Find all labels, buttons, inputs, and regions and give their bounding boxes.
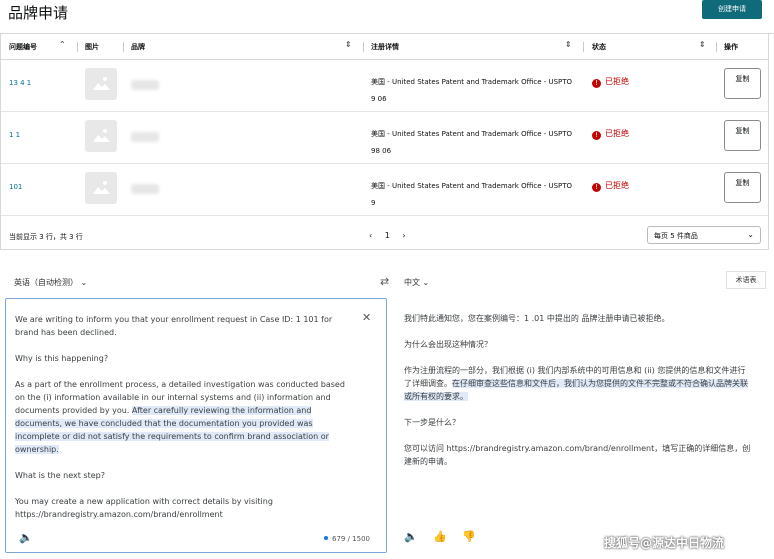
translator-panel: 英语（自动检测） ⌄ ⇄ 中文 ⌄ 术语表 We are writing to … [0, 266, 774, 559]
status-label: 已拒绝 [605, 181, 629, 190]
prev-page-icon[interactable]: ‹ [369, 231, 372, 240]
image-icon [93, 181, 110, 194]
source-paragraph: Why is this happening? [15, 354, 109, 363]
alert-icon: ! [592, 79, 601, 88]
source-paragraph: We are writing to inform you that your e… [15, 315, 333, 337]
column-divider [583, 42, 584, 52]
case-id-link[interactable]: 1 1 [9, 131, 20, 139]
source-text-area[interactable]: We are writing to inform you that your e… [5, 298, 387, 553]
translation-actions: 🔈 👍 👎 [404, 530, 488, 543]
page-header: 品牌申请 创建申请 [0, 0, 774, 34]
per-page-value: 每页 5 件商品 [654, 232, 698, 240]
sort-asc-icon[interactable]: ⌃ [59, 40, 66, 49]
source-paragraph: What is the next step? [15, 471, 105, 480]
speaker-icon[interactable]: 🔈 [404, 530, 418, 543]
source-language-label: 英语（自动检测） [14, 278, 78, 287]
copy-button-label: 复制 [735, 179, 750, 187]
registration-office: 美国 - United States Patent and Trademark … [371, 130, 573, 138]
table-footer: 当前显示 3 行，共 3 行 ‹ 1 › 每页 5 件商品 ⌄ [1, 222, 768, 250]
column-header-registration[interactable]: 注册详情 [371, 42, 399, 52]
brand-applications-table: 问题编号 ⌃ 图片 品牌 ⇕ 注册详情 ⇕ 状态 ⇕ 操作 13 4 1 美国 … [0, 34, 769, 250]
sort-toggle-icon[interactable]: ⇕ [699, 40, 706, 49]
brand-image-placeholder [85, 120, 117, 152]
brand-image-placeholder [85, 172, 117, 204]
table-row: 1 1 美国 - United States Patent and Tradem… [1, 112, 768, 164]
page-title: 品牌申请 [8, 4, 69, 22]
target-paragraph: 我们特此通知您，您在案例编号：1 .01 中提出的 品牌注册申请已被拒绝。 [404, 314, 670, 323]
column-header-brand[interactable]: 品牌 [131, 42, 145, 52]
sort-toggle-icon[interactable]: ⇕ [345, 40, 352, 49]
pagination: ‹ 1 › [369, 231, 416, 240]
copy-button[interactable]: 复制 [724, 68, 761, 99]
translated-text: 我们特此通知您，您在案例编号：1 .01 中提出的 品牌注册申请已被拒绝。 为什… [404, 312, 752, 481]
alert-icon: ! [592, 183, 601, 192]
thumbs-up-icon[interactable]: 👍 [433, 530, 447, 543]
target-paragraph: 作为注册流程的一部分，我们根据 (i) 我们内部系统中的可用信息和 (ii) 您… [404, 364, 752, 403]
brand-name-redacted [131, 80, 159, 90]
per-page-select[interactable]: 每页 5 件商品 ⌄ [647, 226, 761, 244]
source-language-selector[interactable]: 英语（自动检测） ⌄ [14, 277, 87, 288]
clear-text-icon[interactable]: ✕ [362, 311, 371, 324]
chevron-down-icon: ⌄ [422, 278, 430, 287]
column-divider [716, 42, 717, 52]
status-dot [324, 536, 328, 540]
status-badge: ! 已拒绝 [592, 180, 629, 192]
copy-button[interactable]: 复制 [724, 172, 761, 203]
current-page[interactable]: 1 [385, 231, 390, 240]
image-icon [93, 77, 110, 90]
swap-languages-icon[interactable]: ⇄ [380, 275, 389, 288]
registration-office: 美国 - United States Patent and Trademark … [371, 78, 573, 86]
table-row: 101 美国 - United States Patent and Tradem… [1, 164, 768, 216]
speaker-icon[interactable]: 🔈 [19, 531, 33, 544]
copy-button-label: 复制 [735, 127, 750, 135]
registration-number: 9 [371, 199, 376, 207]
registration-office: 美国 - United States Patent and Trademark … [371, 182, 573, 190]
source-text[interactable]: We are writing to inform you that your e… [15, 313, 345, 534]
target-paragraph: 下一步是什么？ [404, 418, 460, 427]
status-label: 已拒绝 [605, 129, 629, 138]
status-badge: ! 已拒绝 [592, 128, 629, 140]
source-paragraph: As a part of the enrollment process, a d… [15, 378, 345, 456]
column-divider [363, 42, 364, 52]
brand-image-placeholder [85, 68, 117, 100]
column-divider [77, 42, 78, 52]
source-paragraph: You may create a new application with co… [15, 497, 273, 519]
column-header-case-id[interactable]: 问题编号 [9, 42, 37, 52]
target-language-selector[interactable]: 中文 ⌄ [404, 277, 429, 288]
alert-icon: ! [592, 131, 601, 140]
table-header: 问题编号 ⌃ 图片 品牌 ⇕ 注册详情 ⇕ 状态 ⇕ 操作 [1, 34, 768, 60]
case-id-link[interactable]: 101 [9, 183, 22, 191]
brand-name-redacted [131, 132, 159, 142]
target-paragraph: 您可以访问 https://brandregistry.amazon.com/b… [404, 444, 751, 466]
column-header-status[interactable]: 状态 [592, 42, 606, 52]
column-header-action: 操作 [724, 43, 738, 51]
character-count-value: 679 / 1500 [332, 535, 370, 543]
case-id-link[interactable]: 13 4 1 [9, 79, 31, 87]
chevron-down-icon: ⌄ [747, 230, 754, 239]
image-icon [93, 129, 110, 142]
column-header-image: 图片 [85, 43, 99, 51]
target-paragraph: 为什么会出现这种情况？ [404, 340, 492, 349]
row-count-text: 当前显示 3 行，共 3 行 [9, 233, 83, 241]
status-label: 已拒绝 [605, 77, 629, 86]
copy-button[interactable]: 复制 [724, 120, 761, 151]
table-row: 13 4 1 美国 - United States Patent and Tra… [1, 60, 768, 112]
next-page-icon[interactable]: › [402, 231, 405, 240]
create-application-button[interactable]: 创建申请 [702, 0, 762, 19]
registration-number: 9 06 [371, 95, 387, 103]
glossary-button[interactable]: 术语表 [726, 271, 766, 289]
character-count: 679 / 1500 [324, 535, 370, 543]
column-divider [123, 42, 124, 52]
highlighted-sentence: 在仔细审查这些信息和文件后，我们认为您提供的文件不完整或不符合确认品牌关联或所有… [404, 379, 748, 401]
status-badge: ! 已拒绝 [592, 76, 629, 88]
chevron-down-icon: ⌄ [80, 278, 88, 287]
sort-toggle-icon[interactable]: ⇕ [565, 40, 572, 49]
watermark: 搜狐号@源达中日物流 [604, 536, 725, 550]
thumbs-down-icon[interactable]: 👎 [462, 530, 476, 543]
registration-number: 98 06 [371, 147, 392, 155]
copy-button-label: 复制 [735, 75, 750, 83]
target-language-label: 中文 [404, 278, 420, 287]
brand-name-redacted [131, 184, 159, 194]
